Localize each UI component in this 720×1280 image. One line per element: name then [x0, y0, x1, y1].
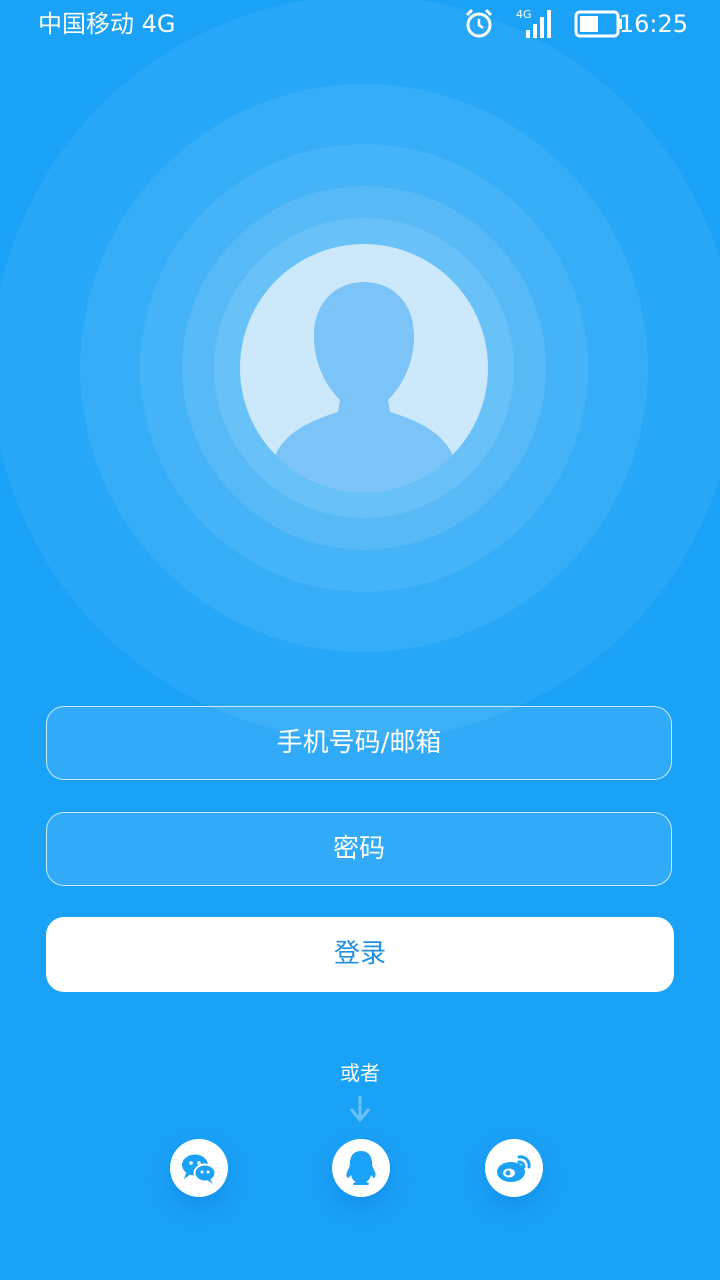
qq-login-button[interactable]: [332, 1139, 390, 1197]
network-type-label: 4G: [516, 8, 532, 21]
alarm-icon: [462, 6, 496, 44]
wechat-login-button[interactable]: [170, 1139, 228, 1197]
clock: 16:25: [618, 10, 688, 38]
carrier-label: 中国移动 4G: [38, 10, 176, 38]
background-rings: [0, 0, 720, 740]
login-button[interactable]: 登录: [46, 917, 674, 992]
arrow-down-icon: [348, 1094, 372, 1128]
battery-icon: [574, 6, 624, 44]
default-user-avatar-icon[interactable]: [240, 244, 488, 492]
phone-email-input[interactable]: 手机号码/邮箱: [46, 706, 672, 780]
password-input[interactable]: 密码: [46, 812, 672, 886]
or-divider-label: 或者: [340, 1061, 380, 1085]
weibo-login-button[interactable]: [485, 1139, 543, 1197]
status-bar: 中国移动 4G 4G 16:25: [0, 0, 720, 48]
